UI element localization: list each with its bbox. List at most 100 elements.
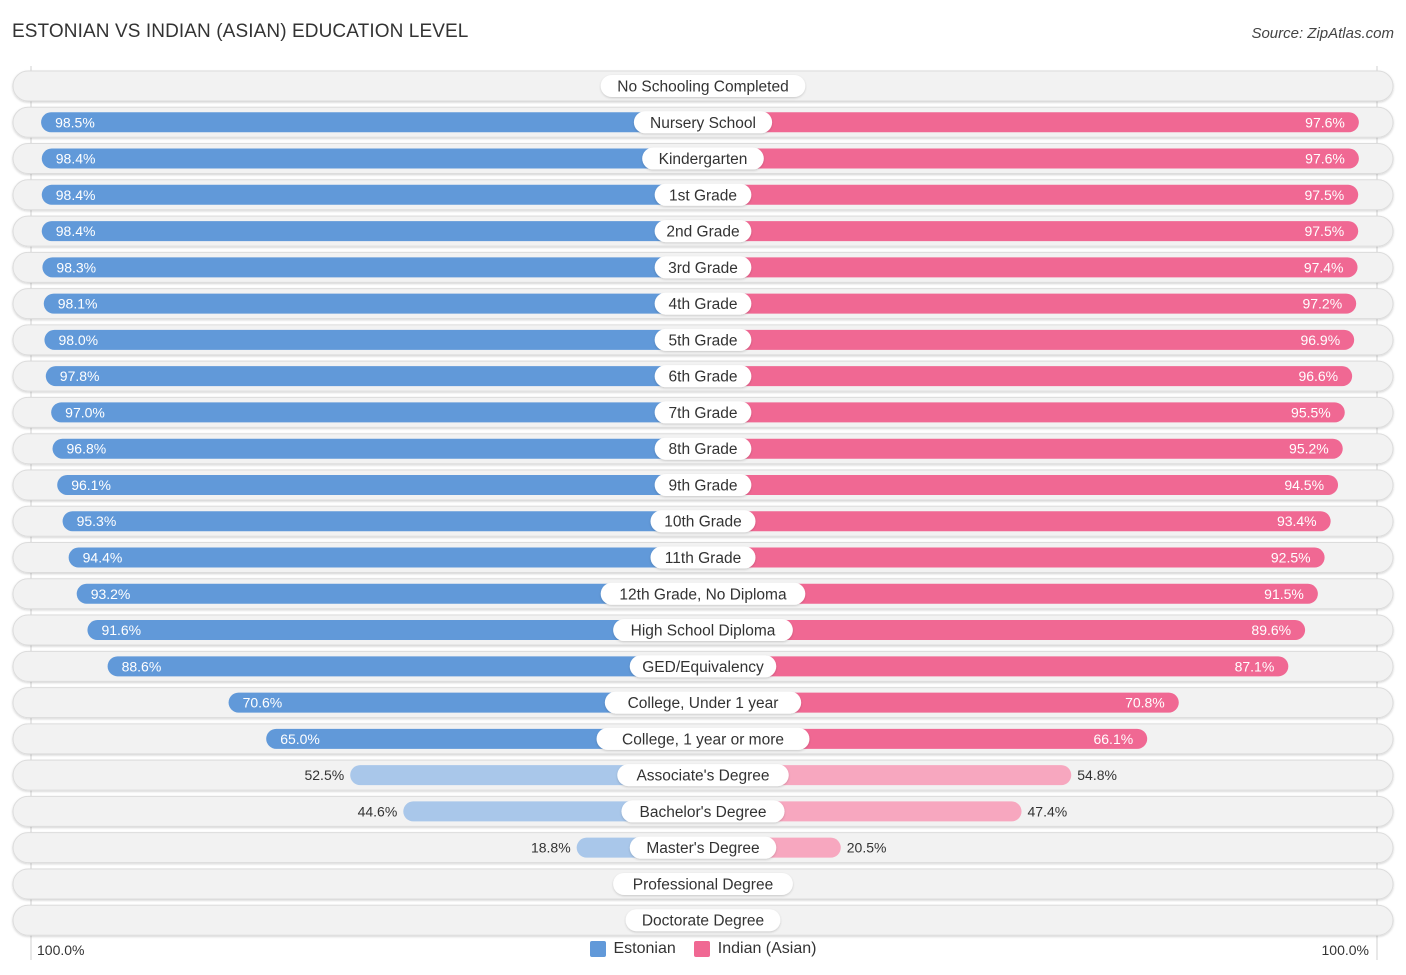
- value-label-indian-asian: 97.2%: [1302, 296, 1342, 312]
- category-label: 9th Grade: [669, 477, 738, 494]
- value-label-estonian: 93.2%: [91, 586, 131, 602]
- bar-estonian: [43, 293, 703, 314]
- row-master-s-degree: 18.8% 20.5% Master's Degree: [12, 832, 1394, 864]
- category-label: College, 1 year or more: [622, 731, 784, 748]
- value-label-indian-asian: 94.5%: [1284, 477, 1324, 493]
- row-associate-s-degree: 52.5% 54.8% Associate's Degree: [12, 759, 1394, 791]
- value-label-indian-asian: 97.5%: [1304, 187, 1344, 203]
- row-kindergarten: 98.4% 97.6% Kindergarten: [12, 143, 1394, 175]
- bar-indian-asian: [703, 257, 1358, 278]
- category-label: No Schooling Completed: [617, 79, 788, 96]
- bar-estonian: [44, 329, 703, 350]
- bar-indian-asian: [703, 656, 1289, 677]
- value-label-indian-asian: 87.1%: [1235, 658, 1275, 674]
- row-college-1-year-or-more: 65.0% 66.1% College, 1 year or more: [12, 723, 1394, 755]
- row-6th-grade: 97.8% 96.6% 6th Grade: [12, 360, 1394, 392]
- row-9th-grade: 96.1% 94.5% 9th Grade: [12, 469, 1394, 501]
- value-label-estonian: 98.4%: [56, 187, 96, 203]
- value-label-estonian: 98.4%: [56, 151, 96, 167]
- bar-estonian: [41, 148, 703, 169]
- bar-estonian: [57, 474, 703, 495]
- category-label: 3rd Grade: [668, 260, 738, 277]
- row-2nd-grade: 98.4% 97.5% 2nd Grade: [12, 215, 1394, 247]
- bar-estonian: [107, 656, 703, 677]
- value-label-indian-asian: 92.5%: [1271, 550, 1311, 566]
- value-label-indian-asian: 95.5%: [1291, 404, 1331, 420]
- legend-item-estonian[interactable]: Estonian: [589, 940, 676, 958]
- row-11th-grade: 94.4% 92.5% 11th Grade: [12, 542, 1394, 574]
- value-label-indian-asian: 95.2%: [1289, 441, 1329, 457]
- category-label: 7th Grade: [669, 405, 738, 422]
- bar-indian-asian: [703, 438, 1343, 459]
- row-no-schooling-completed: 1.6%2.5%No Schooling Completed: [12, 70, 1394, 102]
- value-label-estonian: 98.4%: [56, 223, 96, 239]
- category-label: Bachelor's Degree: [639, 804, 766, 821]
- legend-swatch-estonian: [589, 941, 606, 957]
- bar-indian-asian: [703, 366, 1353, 387]
- value-label-estonian: 65.0%: [280, 731, 320, 747]
- row-8th-grade: 96.8% 95.2% 8th Grade: [12, 433, 1394, 465]
- chart-plot: 1.6%2.5%No Schooling Completed 98.5% 97.6%…: [12, 66, 1394, 960]
- legend-swatch-indian-asian: [693, 941, 710, 957]
- value-label-estonian: 96.1%: [71, 477, 111, 493]
- bar-indian-asian: [703, 511, 1331, 532]
- category-label: 6th Grade: [669, 369, 738, 386]
- row-high-school-diploma: 91.6% 89.6% High School Diploma: [12, 614, 1394, 646]
- value-label-indian-asian: 96.9%: [1300, 332, 1340, 348]
- value-label-estonian: 52.5%: [304, 767, 344, 783]
- row-4th-grade: 98.1% 97.2% 4th Grade: [12, 288, 1394, 320]
- category-label: Professional Degree: [633, 876, 773, 893]
- value-label-estonian: 95.3%: [77, 513, 117, 529]
- category-label: 11th Grade: [665, 550, 741, 567]
- value-label-estonian: 44.6%: [358, 803, 398, 819]
- legend-item-indian-asian[interactable]: Indian (Asian): [693, 940, 816, 958]
- bar-indian-asian: [703, 221, 1359, 242]
- category-label: 1st Grade: [669, 187, 737, 204]
- bar-indian-asian: [703, 148, 1359, 169]
- row-12th-grade-no-diploma: 93.2% 91.5% 12th Grade, No Diploma: [12, 578, 1394, 610]
- category-label: Associate's Degree: [636, 768, 769, 785]
- value-label-indian-asian: 97.5%: [1304, 223, 1344, 239]
- category-label: 8th Grade: [669, 441, 738, 458]
- bar-estonian: [41, 112, 703, 133]
- row-college-under-1-year: 70.6% 70.8% College, Under 1 year: [12, 687, 1394, 719]
- category-label: College, Under 1 year: [628, 695, 779, 712]
- category-label: 12th Grade, No Diploma: [619, 586, 787, 603]
- value-label-estonian: 97.8%: [60, 368, 100, 384]
- category-label: 5th Grade: [669, 332, 738, 349]
- value-label-estonian: 98.1%: [58, 296, 98, 312]
- value-label-indian-asian: 97.4%: [1304, 259, 1344, 275]
- category-label: Kindergarten: [659, 151, 748, 168]
- row-3rd-grade: 98.3% 97.4% 3rd Grade: [12, 251, 1394, 283]
- row-professional-degree: 6.0%6.5%Professional Degree: [12, 868, 1394, 900]
- row-bachelor-s-degree: 44.6% 47.4% Bachelor's Degree: [12, 795, 1394, 827]
- bar-indian-asian: [703, 620, 1306, 641]
- value-label-estonian: 97.0%: [65, 404, 105, 420]
- bar-indian-asian: [703, 329, 1355, 350]
- bar-indian-asian: [703, 474, 1339, 495]
- bar-estonian: [62, 511, 704, 532]
- value-label-estonian: 98.3%: [56, 259, 96, 275]
- row-1st-grade: 98.4% 97.5% 1st Grade: [12, 179, 1394, 211]
- bar-estonian: [42, 257, 703, 278]
- bar-indian-asian: [703, 402, 1345, 423]
- bar-estonian: [41, 221, 703, 242]
- value-label-estonian: 91.6%: [101, 622, 141, 638]
- bar-estonian: [52, 438, 703, 459]
- category-label: GED/Equivalency: [642, 659, 764, 676]
- bar-estonian: [68, 547, 703, 568]
- category-label: 2nd Grade: [666, 224, 739, 241]
- row-nursery-school: 98.5% 97.6% Nursery School: [12, 106, 1394, 138]
- bar-estonian: [41, 184, 703, 205]
- category-label: Master's Degree: [646, 840, 759, 857]
- bar-indian-asian: [703, 293, 1357, 314]
- value-label-indian-asian: 97.6%: [1305, 151, 1345, 167]
- category-label: 10th Grade: [664, 514, 742, 531]
- bar-estonian: [51, 402, 704, 423]
- category-label: Nursery School: [650, 115, 756, 132]
- value-label-estonian: 94.4%: [83, 550, 123, 566]
- value-label-indian-asian: 89.6%: [1251, 622, 1291, 638]
- value-label-estonian: 98.5%: [55, 114, 95, 130]
- value-label-indian-asian: 93.4%: [1277, 513, 1317, 529]
- category-label: Doctorate Degree: [642, 913, 764, 930]
